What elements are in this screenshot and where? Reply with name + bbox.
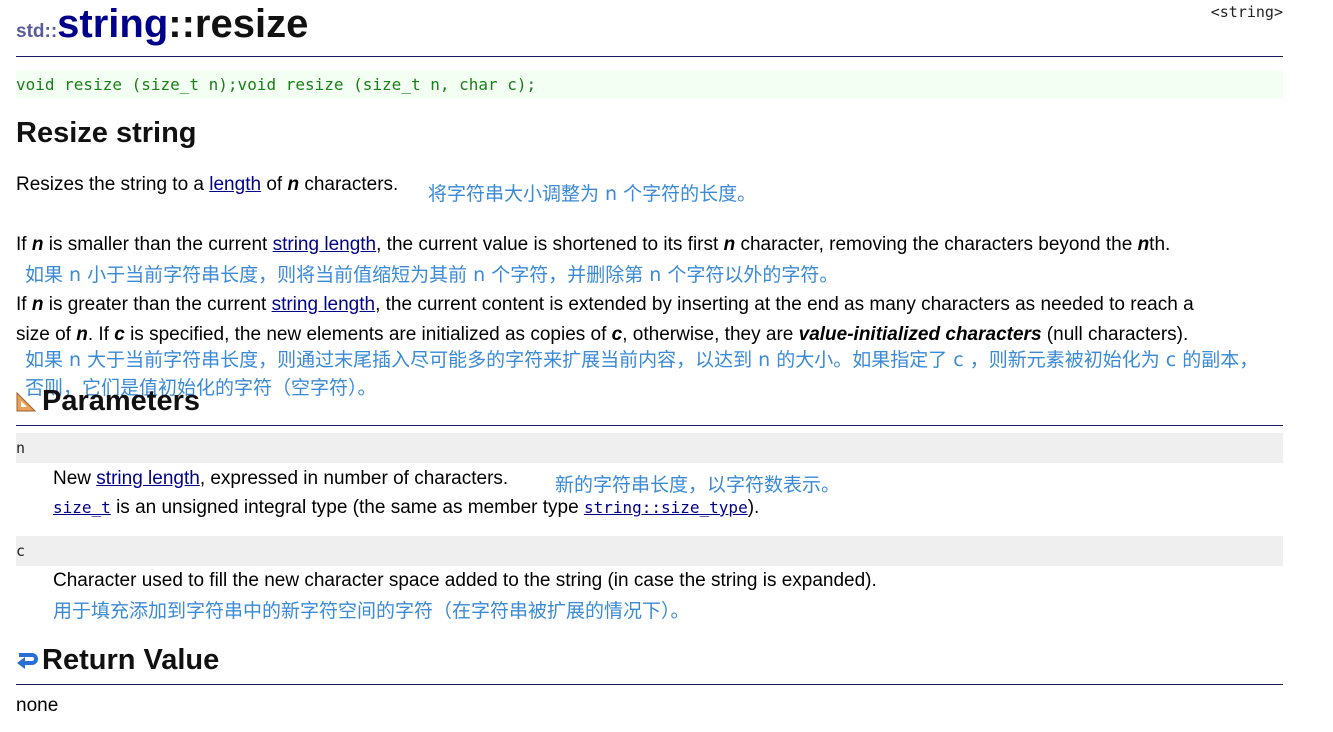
string-length-link[interactable]: string length [96,468,200,489]
text: ). [747,497,760,518]
shorten-translation: 如果 n 小于当前字符串长度，则将当前值缩短为其前 n 个字符，并删除第 n 个… [25,264,839,286]
param-ref-n: n [76,324,88,345]
text: is smaller than the current [43,234,273,255]
return-arrow-icon [16,651,38,671]
param-n-translation: 新的字符串长度，以字符数表示。 [555,474,841,496]
extend-translation-line1: 如果 n 大于当前字符串长度，则通过末尾插入尽可能多的字符来扩展当前内容，以达到… [25,349,1259,371]
text: size of [16,324,77,345]
text: , the current content is extended by ins… [375,294,1194,315]
paragraph-shorten: If n is smaller than the current string … [16,234,1170,256]
title-rule [16,56,1283,57]
param-ref-n: n [31,294,44,315]
prototype-code: void resize (size_t n);void resize (size… [16,75,537,94]
param-c-description: Character used to fill the new character… [53,570,877,591]
param-name-c: c [16,542,26,560]
text: If [16,234,32,255]
text: . If [87,324,115,345]
text: , expressed in number of characters. [199,468,509,489]
value-initialized-term: value-initialized characters [798,324,1042,345]
intro-text: Resizes the string to a [16,174,210,195]
param-ref-n: n [287,174,300,195]
text: New [53,468,97,489]
parameters-rule [16,425,1283,426]
include-header: <string> [1210,3,1283,21]
param-ref-n: n [723,234,736,255]
param-n-description: New string length, expressed in number o… [53,468,508,490]
return-value-rule [16,684,1283,685]
string-length-link[interactable]: string length [272,294,376,315]
param-ref-n: n [1137,234,1150,255]
intro-text: characters. [299,174,399,195]
paragraph-extend-line2: size of n. If c is specified, the new el… [16,324,1188,346]
intro-text: of [261,174,288,195]
param-c-translation: 用于填充添加到字符串中的新字符空间的字符（在字符串被扩展的情况下）。 [53,600,690,622]
intro-line: Resizes the string to a length of n char… [16,174,398,196]
text: is an unsigned integral type (the same a… [110,497,584,518]
length-link[interactable]: length [209,174,261,195]
parameters-title: Parameters [42,385,200,417]
text: If [16,294,32,315]
param-row-c: c [16,536,1283,566]
return-value-text: none [16,695,59,716]
param-n-type-note: size_t is an unsigned integral type (the… [53,497,759,519]
description-title: Resize string [16,117,197,149]
size-type-link[interactable]: string::size_type [584,498,748,517]
text: , otherwise, they are [622,324,799,345]
size-t-link[interactable]: size_t [53,498,111,517]
namespace-prefix: std:: [16,21,58,42]
intro-translation: 将字符串大小调整为 n 个字符的长度。 [428,183,757,205]
return-value-title: Return Value [42,644,220,676]
text: (null characters). [1041,324,1189,345]
param-name-n: n [16,439,26,457]
text: is specified, the new elements are initi… [124,324,612,345]
member-name: ::resize [168,2,309,46]
text: is greater than the current [43,294,272,315]
paragraph-extend-line1: If n is greater than the current string … [16,294,1194,316]
param-ref-c: c [611,324,623,345]
text: , the current value is shortened to its … [376,234,724,255]
string-length-link[interactable]: string length [273,234,377,255]
param-ref-c: c [114,324,125,345]
class-name: string [57,2,169,46]
text: th. [1149,234,1171,255]
param-row-n: n [16,433,1283,463]
param-ref-n: n [31,234,44,255]
page-title: std::string::resize [16,2,308,47]
ruler-triangle-icon [16,391,37,412]
text: character, removing the characters beyon… [735,234,1138,255]
prototype-box: void resize (size_t n);void resize (size… [16,71,1283,99]
